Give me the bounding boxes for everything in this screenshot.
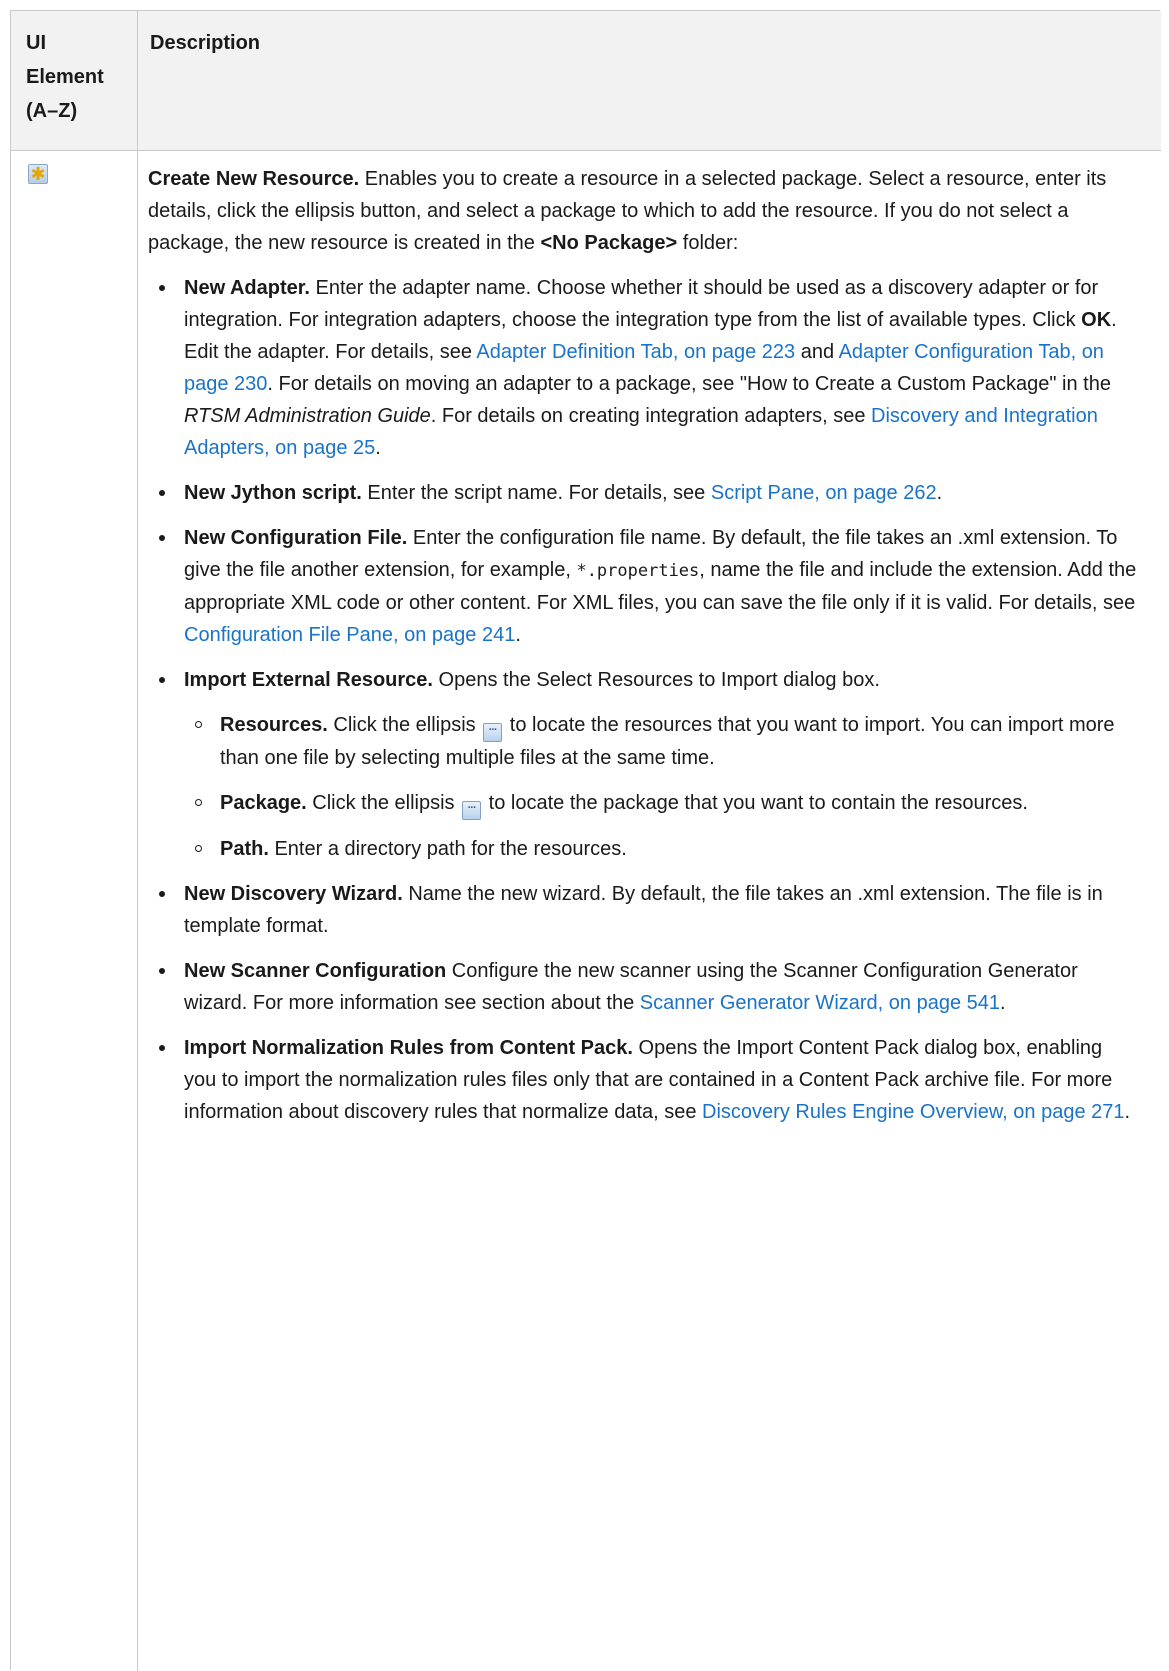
item-text: Click the ellipsis bbox=[306, 792, 461, 814]
sub-item-title: Package. bbox=[220, 792, 307, 814]
item-text: and bbox=[795, 341, 839, 363]
resource-type-list: New Adapter. Enter the adapter name. Cho… bbox=[148, 272, 1138, 1128]
row-description-cell: Create New Resource. Enables you to crea… bbox=[138, 151, 1138, 1141]
item-text: . bbox=[1124, 1101, 1131, 1123]
link-scanner-generator-wizard[interactable]: Scanner Generator Wizard, on page 541 bbox=[640, 992, 1000, 1014]
list-item-new-jython-script: New Jython script. Enter the script name… bbox=[148, 477, 1138, 509]
list-item-new-adapter: New Adapter. Enter the adapter name. Cho… bbox=[148, 272, 1138, 464]
guide-title: RTSM Administration Guide bbox=[184, 405, 431, 427]
sub-item-package: Package. Click the ellipsis ··· to locat… bbox=[184, 787, 1138, 820]
item-text: . bbox=[515, 624, 521, 646]
item-text: Enter a directory path for the resources… bbox=[268, 838, 627, 860]
row-ui-element-cell: ✱ bbox=[11, 151, 138, 1671]
item-text: to locate the package that you want to c… bbox=[483, 792, 1028, 814]
table-header: UI Element (A–Z) Description bbox=[11, 11, 1161, 151]
list-item-import-normalization-rules: Import Normalization Rules from Content … bbox=[148, 1032, 1138, 1128]
import-options-list: Resources. Click the ellipsis ··· to loc… bbox=[184, 709, 1138, 865]
list-item-new-scanner-configuration: New Scanner Configuration Configure the … bbox=[148, 955, 1138, 1019]
item-text: . For details on moving an adapter to a … bbox=[267, 373, 1111, 395]
item-title: Import External Resource. bbox=[184, 669, 433, 691]
no-package-label: <No Package> bbox=[540, 232, 678, 254]
item-text: . bbox=[1000, 992, 1006, 1014]
code-properties-extension: *.properties bbox=[576, 561, 700, 581]
item-text: Click the ellipsis bbox=[327, 714, 482, 736]
ok-label: OK bbox=[1081, 309, 1112, 331]
header-ui-element-line2: Element bbox=[26, 66, 104, 88]
item-title: New Adapter. bbox=[184, 277, 310, 299]
header-ui-element-line1: UI bbox=[26, 32, 46, 54]
item-title: New Jython script. bbox=[184, 482, 362, 504]
sub-item-resources: Resources. Click the ellipsis ··· to loc… bbox=[184, 709, 1138, 774]
intro-title: Create New Resource. bbox=[148, 168, 360, 190]
ui-elements-table: UI Element (A–Z) Description ✱ Create Ne… bbox=[10, 10, 1161, 1671]
link-discovery-rules-engine-overview[interactable]: Discovery Rules Engine Overview, on page… bbox=[702, 1101, 1124, 1123]
link-configuration-file-pane[interactable]: Configuration File Pane, on page 241 bbox=[184, 624, 515, 646]
header-description: Description bbox=[150, 32, 261, 54]
ellipsis-button-icon: ··· bbox=[462, 801, 482, 820]
create-new-resource-icon: ✱ bbox=[28, 164, 48, 184]
link-script-pane[interactable]: Script Pane, on page 262 bbox=[711, 482, 937, 504]
item-text: Enter the adapter name. Choose whether i… bbox=[184, 277, 1099, 331]
item-text: Enter the script name. For details, see bbox=[361, 482, 711, 504]
item-title: Import Normalization Rules from Content … bbox=[184, 1037, 633, 1059]
intro-paragraph: Create New Resource. Enables you to crea… bbox=[148, 163, 1138, 259]
sub-item-path: Path. Enter a directory path for the res… bbox=[184, 833, 1138, 865]
item-text: . For details on creating integration ad… bbox=[430, 405, 872, 427]
list-item-new-configuration-file: New Configuration File. Enter the config… bbox=[148, 522, 1138, 651]
header-ui-element: UI Element (A–Z) bbox=[11, 11, 138, 151]
ellipsis-button-icon: ··· bbox=[483, 723, 503, 742]
list-item-import-external-resource: Import External Resource. Opens the Sele… bbox=[148, 664, 1138, 865]
item-title: New Discovery Wizard. bbox=[184, 883, 403, 905]
header-ui-element-line3: (A–Z) bbox=[26, 100, 78, 122]
table-row: ✱ Create New Resource. Enables you to cr… bbox=[11, 151, 1161, 1671]
item-text: . bbox=[375, 437, 381, 459]
sub-item-title: Resources. bbox=[220, 714, 328, 736]
list-item-new-discovery-wizard: New Discovery Wizard. Name the new wizar… bbox=[148, 878, 1138, 942]
link-adapter-definition-tab[interactable]: Adapter Definition Tab, on page 223 bbox=[476, 341, 795, 363]
item-title: New Configuration File. bbox=[184, 527, 408, 549]
item-text: . bbox=[936, 482, 943, 504]
item-title: New Scanner Configuration bbox=[184, 960, 447, 982]
sub-item-title: Path. bbox=[220, 838, 269, 860]
intro-text-end: folder: bbox=[677, 232, 739, 254]
item-text: Opens the Select Resources to Import dia… bbox=[432, 669, 880, 691]
